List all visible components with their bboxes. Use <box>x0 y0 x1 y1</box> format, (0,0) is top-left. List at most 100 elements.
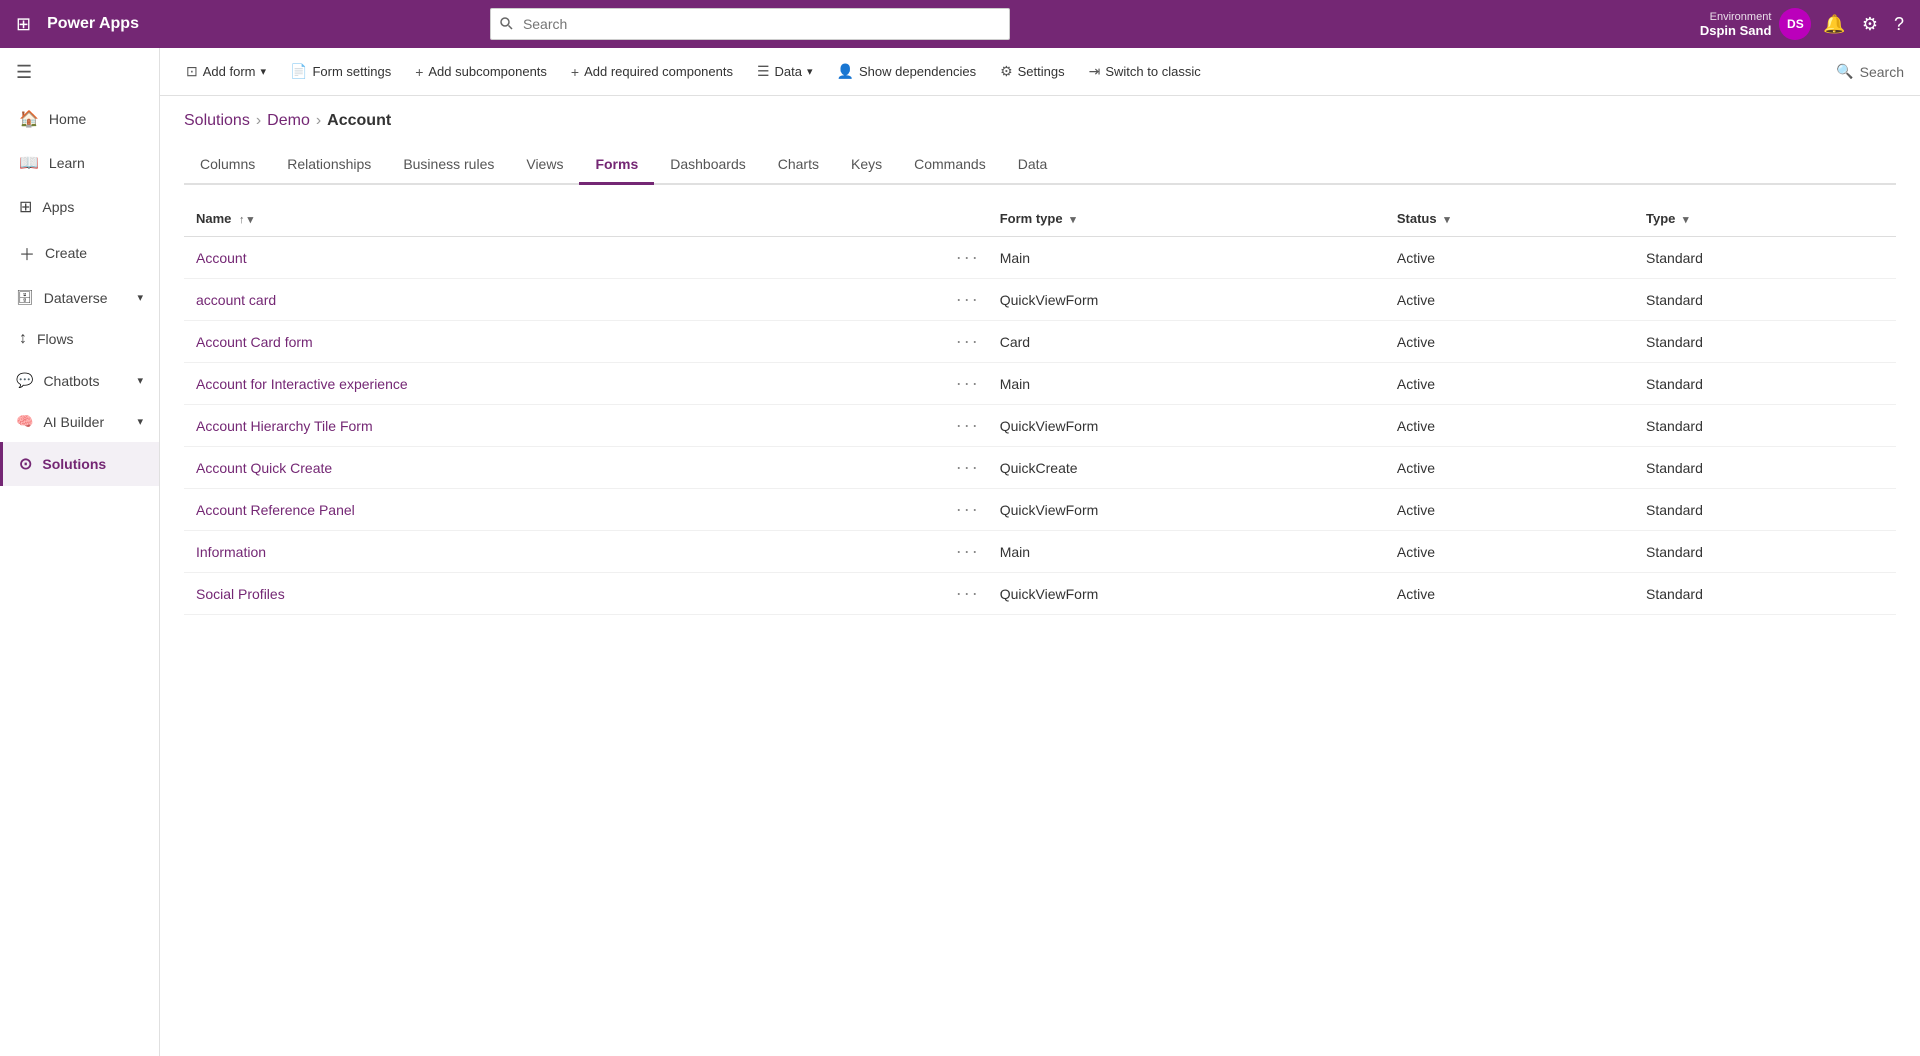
cell-name[interactable]: Account Quick Create <box>184 447 948 489</box>
sidebar-item-solutions[interactable]: ⊙ Solutions <box>0 442 159 486</box>
cell-status: Active <box>1385 531 1634 573</box>
cell-actions[interactable]: ··· <box>948 405 988 447</box>
column-name-label: Name <box>196 211 231 226</box>
show-dependencies-button[interactable]: 👤 Show dependencies <box>827 57 987 86</box>
column-header-type[interactable]: Type ▾ <box>1634 201 1896 237</box>
notifications-button[interactable]: 🔔 <box>1819 10 1849 39</box>
toolbar-search-right[interactable]: 🔍 Search <box>1836 63 1904 80</box>
cell-actions[interactable]: ··· <box>948 279 988 321</box>
cell-status: Active <box>1385 363 1634 405</box>
sidebar-label-flows: Flows <box>37 331 74 347</box>
tab-views[interactable]: Views <box>510 146 579 185</box>
topbar-search-container <box>490 8 1010 40</box>
form-type-sort-icon: ▾ <box>1070 214 1076 226</box>
breadcrumb-demo[interactable]: Demo <box>267 112 310 130</box>
waffle-icon[interactable]: ⊞ <box>12 10 35 39</box>
user-avatar[interactable]: DS <box>1779 8 1811 40</box>
cell-name[interactable]: Account <box>184 237 948 279</box>
tab-commands[interactable]: Commands <box>898 146 1002 185</box>
cell-name[interactable]: Account Hierarchy Tile Form <box>184 405 948 447</box>
sidebar-item-ai-builder[interactable]: 🧠 AI Builder ▾ <box>0 401 159 442</box>
topbar: ⊞ Power Apps Environment Dspin Sand DS 🔔… <box>0 0 1920 48</box>
cell-name[interactable]: Account Card form <box>184 321 948 363</box>
switch-classic-label: Switch to classic <box>1105 64 1200 79</box>
tab-columns[interactable]: Columns <box>184 146 271 185</box>
column-header-status[interactable]: Status ▾ <box>1385 201 1634 237</box>
toolbar: ⊡ Add form ▾ 📄 Form settings + Add subco… <box>160 48 1920 96</box>
cell-status: Active <box>1385 447 1634 489</box>
topbar-search-input[interactable] <box>490 8 1010 40</box>
sidebar-label-dataverse: Dataverse <box>44 290 108 306</box>
data-button[interactable]: ☰ Data ▾ <box>747 57 823 86</box>
cell-form-type: QuickViewForm <box>988 279 1385 321</box>
type-sort-icon: ▾ <box>1683 214 1689 226</box>
sidebar-item-chatbots[interactable]: 💬 Chatbots ▾ <box>0 360 159 401</box>
sidebar-label-create: Create <box>45 245 87 261</box>
cell-name[interactable]: Information <box>184 531 948 573</box>
tab-relationships[interactable]: Relationships <box>271 146 387 185</box>
cell-actions[interactable]: ··· <box>948 447 988 489</box>
add-subcomponents-icon: + <box>415 64 423 80</box>
cell-name[interactable]: account card <box>184 279 948 321</box>
sidebar-item-create[interactable]: ＋ Create <box>0 229 159 277</box>
tab-dashboards[interactable]: Dashboards <box>654 146 762 185</box>
cell-form-type: Main <box>988 363 1385 405</box>
sidebar-item-flows[interactable]: ↕ Flows <box>0 318 159 360</box>
cell-type: Standard <box>1634 237 1896 279</box>
content-area: Solutions › Demo › Account Columns Relat… <box>160 96 1920 1056</box>
learn-icon: 📖 <box>19 153 39 173</box>
cell-type: Standard <box>1634 531 1896 573</box>
breadcrumb-solutions[interactable]: Solutions <box>184 112 250 130</box>
cell-actions[interactable]: ··· <box>948 237 988 279</box>
cell-name[interactable]: Social Profiles <box>184 573 948 615</box>
cell-name[interactable]: Account for Interactive experience <box>184 363 948 405</box>
sidebar: ☰ 🏠 Home 📖 Learn ⊞ Apps ＋ Create 🗄 Datav… <box>0 48 160 1056</box>
cell-name[interactable]: Account Reference Panel <box>184 489 948 531</box>
flows-icon: ↕ <box>19 330 27 348</box>
cell-actions[interactable]: ··· <box>948 573 988 615</box>
column-status-label: Status <box>1397 211 1437 226</box>
breadcrumb-sep-1: › <box>256 112 261 130</box>
sidebar-item-dataverse[interactable]: 🗄 Dataverse ▾ <box>0 277 159 318</box>
tab-data[interactable]: Data <box>1002 146 1064 185</box>
cell-actions[interactable]: ··· <box>948 489 988 531</box>
add-required-button[interactable]: + Add required components <box>561 58 743 86</box>
cell-actions[interactable]: ··· <box>948 363 988 405</box>
cell-actions[interactable]: ··· <box>948 531 988 573</box>
column-header-form-type[interactable]: Form type ▾ <box>988 201 1385 237</box>
form-settings-label: Form settings <box>312 64 391 79</box>
name-sort-icon: ↑ ▾ <box>239 214 253 226</box>
cell-type: Standard <box>1634 321 1896 363</box>
tab-charts[interactable]: Charts <box>762 146 835 185</box>
sidebar-item-home[interactable]: 🏠 Home <box>0 97 159 141</box>
cell-type: Standard <box>1634 573 1896 615</box>
create-icon: ＋ <box>19 241 35 265</box>
cell-actions[interactable]: ··· <box>948 321 988 363</box>
cell-form-type: QuickViewForm <box>988 405 1385 447</box>
add-subcomponents-button[interactable]: + Add subcomponents <box>405 58 557 86</box>
toolbar-search-label: Search <box>1860 64 1904 80</box>
tab-business-rules[interactable]: Business rules <box>387 146 510 185</box>
sidebar-collapse-button[interactable]: ☰ <box>0 48 159 97</box>
sidebar-label-chatbots: Chatbots <box>43 373 99 389</box>
cell-status: Active <box>1385 279 1634 321</box>
chatbots-chevron-icon: ▾ <box>137 374 143 387</box>
add-form-button[interactable]: ⊡ Add form ▾ <box>176 57 276 86</box>
cell-form-type: QuickViewForm <box>988 489 1385 531</box>
sidebar-item-apps[interactable]: ⊞ Apps <box>0 185 159 229</box>
column-header-name[interactable]: Name ↑ ▾ <box>184 201 948 237</box>
settings-toolbar-button[interactable]: ⚙ Settings <box>990 57 1075 86</box>
cell-status: Active <box>1385 405 1634 447</box>
dataverse-icon: 🗄 <box>16 289 34 306</box>
tab-keys[interactable]: Keys <box>835 146 898 185</box>
sidebar-label-apps: Apps <box>42 199 74 215</box>
settings-button[interactable]: ⚙ <box>1858 10 1882 39</box>
switch-classic-button[interactable]: ⇥ Switch to classic <box>1079 57 1211 86</box>
table-row: Account Quick Create···QuickCreateActive… <box>184 447 1896 489</box>
sidebar-item-learn[interactable]: 📖 Learn <box>0 141 159 185</box>
help-button[interactable]: ? <box>1890 10 1908 39</box>
tab-forms[interactable]: Forms <box>579 146 654 185</box>
form-settings-button[interactable]: 📄 Form settings <box>280 57 401 86</box>
breadcrumb: Solutions › Demo › Account <box>184 112 1896 130</box>
sidebar-label-learn: Learn <box>49 155 85 171</box>
